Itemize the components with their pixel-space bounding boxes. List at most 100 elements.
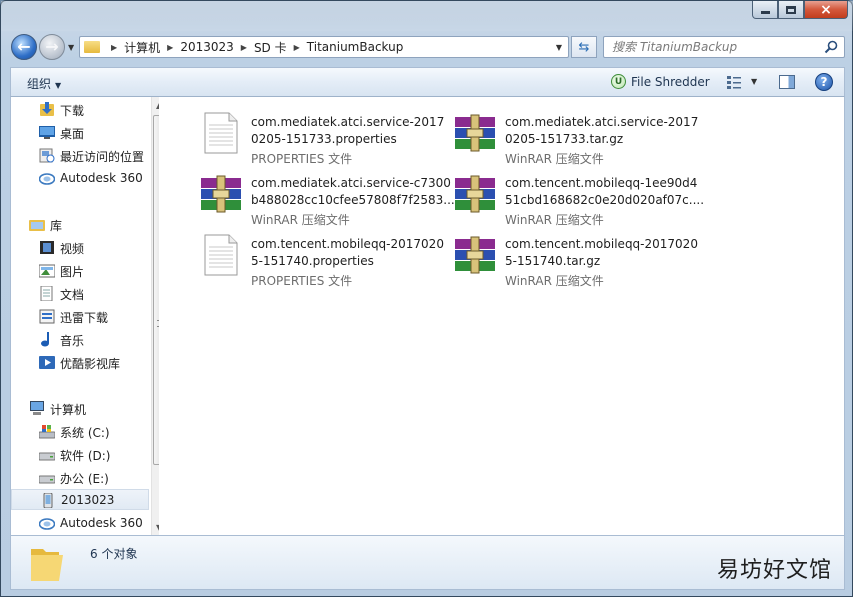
file-list: com.mediatek.atci.service-2017 0205-1517… (179, 97, 839, 535)
search-icon[interactable] (824, 40, 838, 54)
file-type: WinRAR 压缩文件 (505, 152, 604, 166)
sidebar-item-label: 桌面 (60, 127, 85, 141)
address-bar[interactable]: ▶ 计算机 ▶ 2013023 ▶ SD 卡 ▶ TitaniumBackup … (79, 36, 569, 58)
caption-buttons: × (752, 1, 848, 21)
drive-icon (39, 452, 55, 461)
file-name: 5-151740.tar.gz (505, 254, 601, 268)
sidebar-item-videos[interactable]: 视频 (11, 237, 149, 258)
navigation-pane: 下载 桌面 最近访问的位置 Autodesk 360 库 视频 图片 文档 迅雷… (11, 97, 159, 535)
download-folder-icon (40, 102, 54, 116)
sidebar-item-device-2013023[interactable]: 2013023 (11, 489, 149, 510)
file-item[interactable]: com.tencent.mobileqq-1ee90d4 51cbd168682… (443, 166, 704, 227)
sidebar-item-label: 2013023 (61, 493, 115, 507)
pictures-library-icon (39, 264, 55, 278)
breadcrumb-sd-card[interactable]: SD 卡 (254, 39, 287, 56)
phone-device-icon (43, 493, 53, 508)
file-item[interactable]: com.mediatek.atci.service-2017 0205-1517… (189, 105, 444, 166)
drive-icon (39, 475, 55, 484)
documents-library-icon (40, 286, 53, 301)
file-name: 51cbd168682c0e20d020af07c.... (505, 193, 705, 207)
sidebar-item-libraries[interactable]: 库 (11, 214, 149, 235)
breadcrumb-titanium-backup[interactable]: TitaniumBackup (307, 40, 404, 54)
content-area: 下载 桌面 最近访问的位置 Autodesk 360 库 视频 图片 文档 迅雷… (10, 97, 845, 535)
title-bar[interactable]: × (1, 1, 853, 31)
recent-pages-dropdown-icon[interactable]: ▼ (68, 43, 74, 52)
file-item[interactable]: com.mediatek.atci.service-2017 0205-1517… (443, 105, 698, 166)
sidebar-item-autodesk-360[interactable]: Autodesk 360 (11, 168, 149, 189)
properties-file-icon (204, 112, 238, 154)
forward-arrow-icon: → (45, 37, 59, 56)
minimize-button[interactable] (752, 1, 778, 19)
change-view-icon[interactable] (727, 76, 741, 89)
address-dropdown-icon[interactable]: ▼ (556, 43, 562, 52)
chevron-right-icon[interactable]: ▶ (167, 43, 173, 52)
search-box[interactable] (603, 36, 845, 58)
back-button[interactable]: ← (11, 34, 37, 60)
close-button[interactable]: × (804, 1, 848, 19)
sidebar-item-label: 图片 (60, 265, 85, 279)
sidebar-item-thunder-downloads[interactable]: 迅雷下载 (11, 306, 149, 327)
sidebar-item-documents[interactable]: 文档 (11, 283, 149, 304)
file-name: 0205-151733.tar.gz (505, 132, 624, 146)
sidebar-item-label: 音乐 (60, 334, 85, 348)
sidebar-item-youku-library[interactable]: 优酷影视库 (11, 352, 149, 373)
sidebar-item-downloads[interactable]: 下载 (11, 99, 149, 120)
folder-icon (84, 41, 100, 53)
preview-pane-icon[interactable] (779, 75, 795, 89)
forward-button[interactable]: → (39, 34, 65, 60)
folder-icon (31, 549, 63, 581)
view-options-dropdown-icon[interactable]: ▼ (751, 77, 757, 86)
sidebar-item-recent-places[interactable]: 最近访问的位置 (11, 145, 149, 166)
file-item[interactable]: com.tencent.mobileqq-2017020 5-151740.pr… (189, 227, 444, 288)
autodesk-cloud-icon (39, 518, 55, 530)
sidebar-item-label: 文档 (60, 288, 85, 302)
system-drive-icon (39, 425, 55, 439)
help-button[interactable]: ? (815, 73, 833, 91)
sidebar-item-label: 计算机 (50, 403, 87, 417)
file-type: WinRAR 压缩文件 (251, 213, 350, 227)
file-item[interactable]: com.mediatek.atci.service-c7300 b488028c… (189, 166, 455, 227)
chevron-right-icon[interactable]: ▶ (111, 43, 117, 52)
winrar-archive-icon (455, 175, 495, 213)
sidebar-item-computer[interactable]: 计算机 (11, 398, 149, 419)
sidebar-item-desktop[interactable]: 桌面 (11, 122, 149, 143)
file-name: com.mediatek.atci.service-2017 (251, 115, 445, 129)
item-count: 6 个对象 (90, 547, 138, 561)
maximize-button[interactable] (778, 1, 804, 19)
file-type: WinRAR 压缩文件 (505, 213, 604, 227)
organize-button[interactable]: 组织 ▼ (27, 75, 61, 92)
breadcrumb-device[interactable]: 2013023 (180, 40, 233, 54)
search-input[interactable] (612, 37, 822, 57)
sidebar-item-pictures[interactable]: 图片 (11, 260, 149, 281)
file-shredder-icon: U (611, 74, 626, 89)
chevron-down-icon: ▼ (55, 81, 62, 90)
file-item[interactable]: com.tencent.mobileqq-2017020 5-151740.ta… (443, 227, 698, 288)
scroll-down-icon[interactable]: ▼ (156, 523, 159, 532)
refresh-button[interactable]: ⇆ (571, 36, 597, 58)
sidebar-item-label: 最近访问的位置 (60, 150, 145, 164)
computer-icon (30, 401, 44, 415)
sidebar-item-drive-e[interactable]: 办公 (E:) (11, 467, 149, 488)
thunder-download-icon (39, 309, 55, 324)
watermark-text: 易坊好文馆 (717, 558, 833, 583)
file-name: com.tencent.mobileqq-2017020 (251, 237, 444, 251)
youku-library-icon (39, 356, 55, 369)
winrar-archive-icon (455, 236, 495, 274)
scroll-up-icon[interactable]: ▲ (156, 101, 159, 110)
chevron-right-icon[interactable]: ▶ (294, 43, 300, 52)
navigation-pane-scrollbar[interactable]: ▲ ▼ (151, 97, 159, 535)
scrollbar-thumb[interactable] (153, 115, 159, 465)
breadcrumb-computer[interactable]: 计算机 (124, 39, 160, 56)
file-shredder-button[interactable]: U File Shredder (611, 74, 710, 89)
winrar-archive-icon (201, 175, 241, 213)
sidebar-item-drive-c[interactable]: 系统 (C:) (11, 421, 149, 442)
chevron-right-icon[interactable]: ▶ (241, 43, 247, 52)
sidebar-item-label: 下载 (60, 104, 85, 118)
navigation-row: ← → ▼ ▶ 计算机 ▶ 2013023 ▶ SD 卡 ▶ TitaniumB… (1, 31, 853, 63)
sidebar-item-music[interactable]: 音乐 (11, 329, 149, 350)
sidebar-item-label: 办公 (E:) (60, 472, 109, 486)
sidebar-item-autodesk-360-computer[interactable]: Autodesk 360 (11, 513, 149, 534)
sidebar-item-drive-d[interactable]: 软件 (D:) (11, 444, 149, 465)
libraries-icon (29, 220, 45, 231)
file-name: 0205-151733.properties (251, 132, 397, 146)
